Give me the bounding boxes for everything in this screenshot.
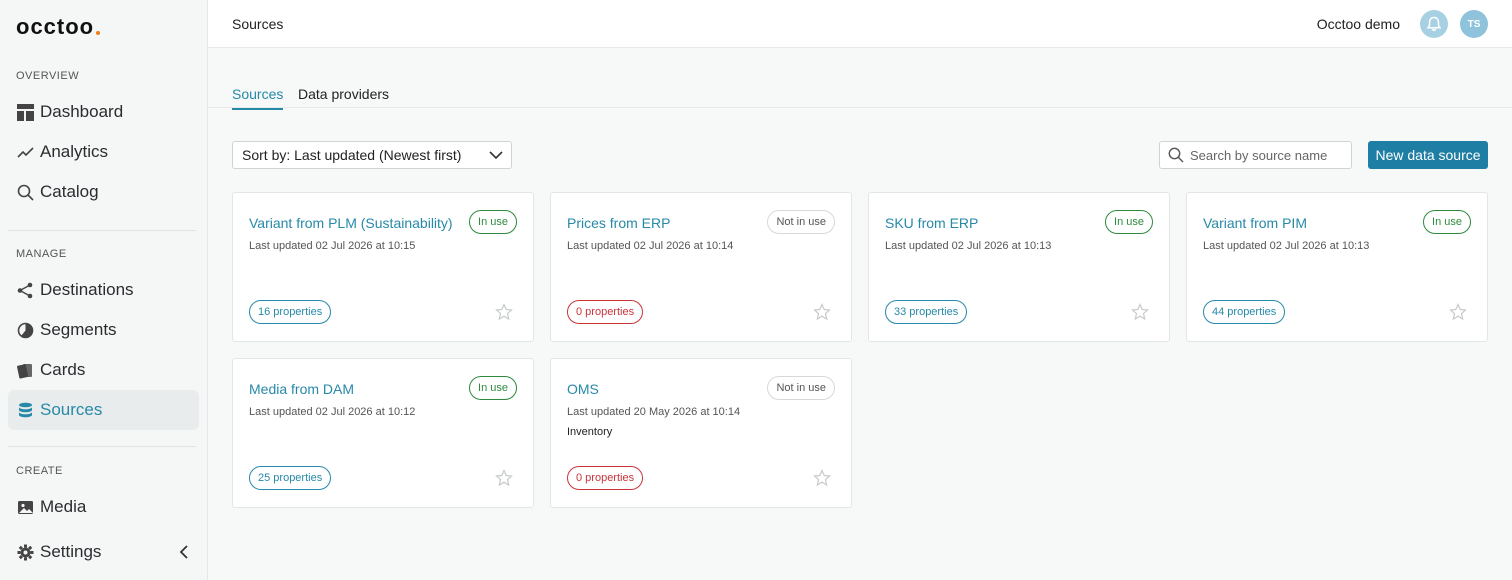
source-card[interactable]: Variant from PLM (Sustainability) Last u… — [232, 192, 534, 342]
card-description: Inventory — [567, 426, 613, 438]
source-card[interactable]: Media from DAM Last updated 02 Jul 2026 … — [232, 358, 534, 508]
sidebar-item-label: Sources — [40, 400, 103, 419]
properties-badge: 16 properties — [249, 300, 332, 324]
sidebar-item-sources[interactable]: Sources — [8, 390, 199, 430]
share-icon — [16, 281, 34, 299]
card-title[interactable]: OMS — [567, 381, 599, 397]
card-updated: Last updated 02 Jul 2026 at 10:12 — [249, 406, 416, 418]
chevron-down-icon — [489, 148, 503, 162]
sort-select-label: Sort by: Last updated (Newest first) — [242, 147, 462, 163]
sidebar-item-analytics[interactable]: Analytics — [8, 132, 199, 172]
star-icon[interactable] — [813, 469, 831, 487]
sidebar-item-label: Catalog — [40, 182, 99, 201]
organization-name[interactable]: Occtoo demo — [1317, 16, 1400, 32]
properties-badge: 33 properties — [885, 300, 968, 324]
top-header: Sources Occtoo demo TS — [208, 0, 1512, 48]
card-title[interactable]: Variant from PIM — [1203, 215, 1307, 231]
properties-badge: 0 properties — [567, 300, 644, 324]
tab-data-providers[interactable]: Data providers — [298, 86, 389, 108]
card-updated: Last updated 20 May 2026 at 10:14 — [567, 406, 741, 418]
status-badge: In use — [1423, 210, 1471, 234]
properties-badge: 44 properties — [1203, 300, 1286, 324]
sidebar-item-dashboard[interactable]: Dashboard — [8, 92, 199, 132]
image-icon — [16, 498, 34, 516]
sidebar-item-label: Media — [40, 497, 87, 516]
dashboard-icon — [16, 103, 34, 121]
search-input[interactable] — [1190, 147, 1340, 163]
card-title[interactable]: Prices from ERP — [567, 215, 670, 231]
status-badge: In use — [1105, 210, 1153, 234]
cards-icon — [16, 361, 34, 379]
status-badge: Not in use — [767, 376, 835, 400]
logo-dot — [96, 31, 101, 35]
bell-icon — [1427, 16, 1441, 32]
card-title[interactable]: Variant from PLM (Sustainability) — [249, 215, 453, 231]
source-card[interactable]: Variant from PIM Last updated 02 Jul 202… — [1186, 192, 1488, 342]
pie-icon — [16, 321, 34, 339]
star-icon[interactable] — [1131, 303, 1149, 321]
card-updated: Last updated 02 Jul 2026 at 10:13 — [1203, 240, 1370, 252]
sidebar-item-label: Segments — [40, 320, 117, 339]
sidebar-item-label: Dashboard — [40, 102, 124, 121]
sidebar-item-label: Analytics — [40, 142, 109, 161]
star-icon[interactable] — [495, 303, 513, 321]
sidebar-item-cards[interactable]: Cards — [8, 350, 199, 390]
sidebar-item-label: Cards — [40, 360, 86, 379]
star-icon[interactable] — [495, 469, 513, 487]
sidebar-item-label: Destinations — [40, 280, 134, 299]
sort-select[interactable]: Sort by: Last updated (Newest first) — [232, 141, 512, 169]
user-avatar[interactable]: TS — [1460, 10, 1488, 38]
sidebar-divider — [8, 446, 196, 447]
source-card[interactable]: OMS Last updated 20 May 2026 at 10:14 In… — [550, 358, 852, 508]
section-label-overview: OVERVIEW — [16, 70, 80, 82]
database-icon — [16, 401, 34, 419]
section-label-create: CREATE — [16, 465, 63, 477]
notifications-button[interactable] — [1420, 10, 1448, 38]
search-box[interactable] — [1159, 141, 1352, 169]
sidebar-item-settings[interactable]: Settings — [8, 532, 199, 572]
page-title: Sources — [232, 16, 284, 32]
sidebar-item-destinations[interactable]: Destinations — [8, 270, 199, 310]
logo-text: occtoo — [16, 14, 95, 39]
card-updated: Last updated 02 Jul 2026 at 10:14 — [567, 240, 734, 252]
card-title[interactable]: Media from DAM — [249, 381, 354, 397]
properties-badge: 0 properties — [567, 466, 644, 490]
tab-sources[interactable]: Sources — [232, 86, 284, 110]
sidebar: occtoo OVERVIEW Dashboard Analytics Cata… — [0, 0, 208, 580]
search-icon — [16, 183, 34, 201]
search-icon — [1168, 147, 1184, 163]
star-icon[interactable] — [813, 303, 831, 321]
properties-badge: 25 properties — [249, 466, 332, 490]
card-updated: Last updated 02 Jul 2026 at 10:15 — [249, 240, 416, 252]
sidebar-divider — [8, 230, 196, 231]
new-data-source-button[interactable]: New data source — [1368, 141, 1488, 169]
sidebar-item-media[interactable]: Media — [8, 487, 199, 527]
source-card[interactable]: Prices from ERP Last updated 02 Jul 2026… — [550, 192, 852, 342]
sidebar-item-label: Settings — [40, 542, 102, 561]
chevron-left-icon[interactable] — [176, 543, 194, 561]
sidebar-item-segments[interactable]: Segments — [8, 310, 199, 350]
card-title[interactable]: SKU from ERP — [885, 215, 978, 231]
source-card[interactable]: SKU from ERP Last updated 02 Jul 2026 at… — [868, 192, 1170, 342]
gear-icon — [16, 543, 34, 561]
status-badge: In use — [469, 210, 517, 234]
analytics-icon — [16, 143, 34, 161]
status-badge: Not in use — [767, 210, 835, 234]
sidebar-item-catalog[interactable]: Catalog — [8, 172, 199, 212]
status-badge: In use — [469, 376, 517, 400]
star-icon[interactable] — [1449, 303, 1467, 321]
occtoo-logo[interactable]: occtoo — [16, 14, 101, 39]
section-label-manage: MANAGE — [16, 248, 67, 260]
source-tabs: Sources Data providers — [208, 48, 1512, 110]
card-updated: Last updated 02 Jul 2026 at 10:13 — [885, 240, 1052, 252]
